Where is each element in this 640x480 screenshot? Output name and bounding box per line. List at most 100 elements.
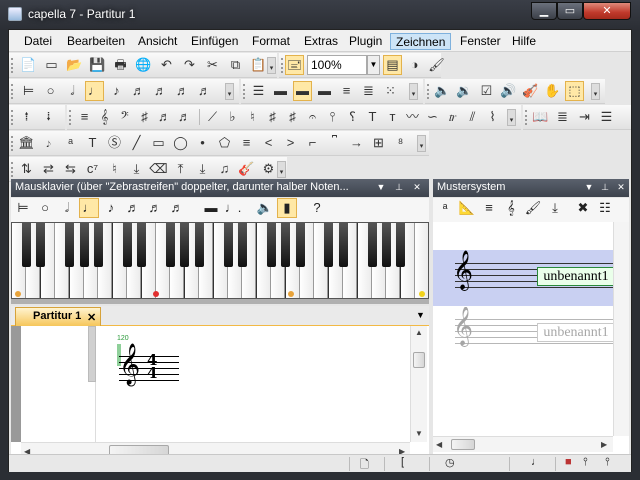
fermata-icon[interactable]: 𝄐 xyxy=(303,107,322,127)
chord-edit-icon[interactable]: ♮ xyxy=(105,159,124,179)
brush-icon[interactable]: 🖌 xyxy=(523,198,543,218)
decrescendo-icon[interactable]: > xyxy=(281,133,300,153)
paste-icon[interactable]: 📋 xyxy=(249,55,268,75)
system-icon[interactable]: ▬ xyxy=(271,81,290,101)
brush-icon[interactable]: 🖌 xyxy=(427,55,446,75)
breath-icon[interactable]: ⸮ xyxy=(343,107,362,127)
swap-icon[interactable]: ⇄ xyxy=(39,159,58,179)
menu-zeichnen[interactable]: Zeichnen xyxy=(390,33,452,50)
toolbar-overflow-icon[interactable]: ▾ xyxy=(507,109,516,126)
menu-plugin[interactable]: Plugin xyxy=(344,33,387,50)
sixtyfourth-note-icon[interactable]: ♬ xyxy=(173,81,192,101)
ellipse-tool-icon[interactable]: ◯ xyxy=(171,133,190,153)
black-key[interactable] xyxy=(137,223,147,267)
black-key[interactable] xyxy=(165,223,175,267)
speaker-icon[interactable]: 🔈 xyxy=(433,81,452,101)
black-key[interactable] xyxy=(367,223,377,267)
sound-icon[interactable]: 🔊 xyxy=(499,81,518,101)
pin-icon[interactable]: ⊥ xyxy=(599,179,611,196)
pin-icon[interactable]: ⊥ xyxy=(393,179,405,196)
select-tool-icon[interactable]: ⬚ xyxy=(565,81,584,101)
new-window-icon[interactable]: ▭ xyxy=(42,55,61,75)
double-sharp-icon[interactable]: ♯ xyxy=(283,107,302,127)
copy-icon[interactable]: ⧉ xyxy=(226,55,245,75)
toolbar-overflow-icon[interactable]: ▾ xyxy=(591,83,600,100)
toolbar-overflow-icon[interactable]: ▾ xyxy=(267,57,276,74)
thirtysecond-note-icon[interactable]: ♬ xyxy=(151,81,170,101)
building-icon[interactable]: 🏛 xyxy=(17,133,36,153)
guitar-icon[interactable]: 🎸 xyxy=(237,159,256,179)
breve-icon[interactable]: ⊨ xyxy=(19,81,38,101)
black-key[interactable] xyxy=(180,223,190,267)
toolbar-overflow-icon[interactable]: ▾ xyxy=(225,83,234,100)
web-icon[interactable]: 🌐 xyxy=(134,55,153,75)
delete-icon[interactable]: ⌫ xyxy=(149,159,168,179)
close-button[interactable]: ✕ xyxy=(583,2,631,20)
half-note-icon[interactable]: 𝅗𝅥 xyxy=(57,198,77,218)
spellcheck-icon[interactable]: ᵃ xyxy=(435,198,455,218)
list-item[interactable]: 𝄞 unbenannt1 xyxy=(433,250,615,306)
capella-app-icon[interactable] xyxy=(8,7,22,21)
menu-ansicht[interactable]: Ansicht xyxy=(133,33,182,50)
black-key[interactable] xyxy=(194,223,204,267)
undo-icon[interactable]: ↶ xyxy=(157,55,176,75)
conductor-icon[interactable]: 🎻 xyxy=(521,81,540,101)
octave-tool-icon[interactable]: ⁸ xyxy=(391,133,410,153)
layer-icon[interactable]: ▬ xyxy=(315,81,334,101)
staff-name-label[interactable]: unbenannt1 xyxy=(537,323,615,342)
black-key[interactable] xyxy=(381,223,391,267)
staff-name-label[interactable]: unbenannt1 xyxy=(537,267,615,286)
menu-hilfe[interactable]: Hilfe xyxy=(507,33,541,50)
treble-clef-icon[interactable]: 𝄞 xyxy=(95,107,114,127)
toolbar-grip[interactable] xyxy=(11,110,14,125)
lyrics-icon[interactable]: 𝆕 xyxy=(39,133,58,153)
toolbar-grip[interactable] xyxy=(69,110,72,125)
black-key[interactable] xyxy=(281,223,291,267)
staff-lines-icon[interactable]: ≡ xyxy=(479,198,499,218)
toolbar-grip[interactable] xyxy=(525,110,528,125)
mordent-icon[interactable]: 〰 xyxy=(403,107,422,127)
text-spacing-icon[interactable]: ☰ xyxy=(597,107,616,127)
ruler-icon[interactable]: 📐 xyxy=(457,198,477,218)
transpose-icon[interactable]: ⇅ xyxy=(17,159,36,179)
table-tool-icon[interactable]: ⊞ xyxy=(369,133,388,153)
chord-icon[interactable]: c⁷ xyxy=(83,159,102,179)
help-icon[interactable]: ? xyxy=(307,198,327,218)
open-folder-icon[interactable]: 📂 xyxy=(65,55,84,75)
menu-einfuegen[interactable]: Einfügen xyxy=(186,33,243,50)
cut-icon[interactable]: ✂ xyxy=(203,55,222,75)
hatch-tool-icon[interactable]: ≡ xyxy=(237,133,256,153)
toolbar-grip[interactable] xyxy=(281,58,284,73)
text-align-icon[interactable]: ≣ xyxy=(553,107,572,127)
toolbar-grip[interactable] xyxy=(427,84,430,99)
pedal-mode-icon[interactable]: ▮ xyxy=(277,198,297,218)
list-item[interactable]: 𝄞 unbenannt1 xyxy=(433,306,615,362)
step-down-icon[interactable]: ⭭ xyxy=(39,107,58,127)
sixteenth-note-icon[interactable]: ♬ xyxy=(123,198,143,218)
black-key[interactable] xyxy=(122,223,132,267)
scroll-thumb[interactable] xyxy=(413,352,425,368)
key-icon[interactable]: ♯ xyxy=(135,107,154,127)
menu-format[interactable]: Format xyxy=(247,33,295,50)
tremolo-icon[interactable]: ⫽ xyxy=(463,107,482,127)
minimize-button[interactable]: ▁ xyxy=(531,2,557,20)
natural-slash-icon[interactable]: ♮ xyxy=(243,107,262,127)
sharp-slash-icon[interactable]: ♯ xyxy=(263,107,282,127)
vertical-scrollbar[interactable] xyxy=(613,222,629,436)
inner-scrollbar[interactable] xyxy=(88,326,96,382)
guitar-settings-icon[interactable]: ⚙ xyxy=(259,159,278,179)
close-icon[interactable]: ✕ xyxy=(411,179,423,196)
checkbox-icon[interactable]: ☑ xyxy=(477,81,496,101)
ornament-icon[interactable]: ⌇ xyxy=(483,107,502,127)
vertical-scrollbar[interactable]: ▲ ▼ xyxy=(410,326,427,442)
redo-icon[interactable]: ↷ xyxy=(180,55,199,75)
turn-icon[interactable]: ∽ xyxy=(423,107,442,127)
breve-icon[interactable]: ⊨ xyxy=(13,198,33,218)
dotted-note-icon[interactable]: ♩. xyxy=(223,198,243,218)
black-key[interactable] xyxy=(338,223,348,267)
move-down-icon[interactable]: ⤓ xyxy=(193,159,212,179)
color-icon[interactable]: ◑ xyxy=(405,55,424,75)
staff[interactable]: 𝄞 4 4 xyxy=(119,345,179,386)
chevron-down-icon[interactable]: ▼ xyxy=(367,55,380,75)
chevron-down-icon[interactable]: ▼ xyxy=(583,179,595,196)
